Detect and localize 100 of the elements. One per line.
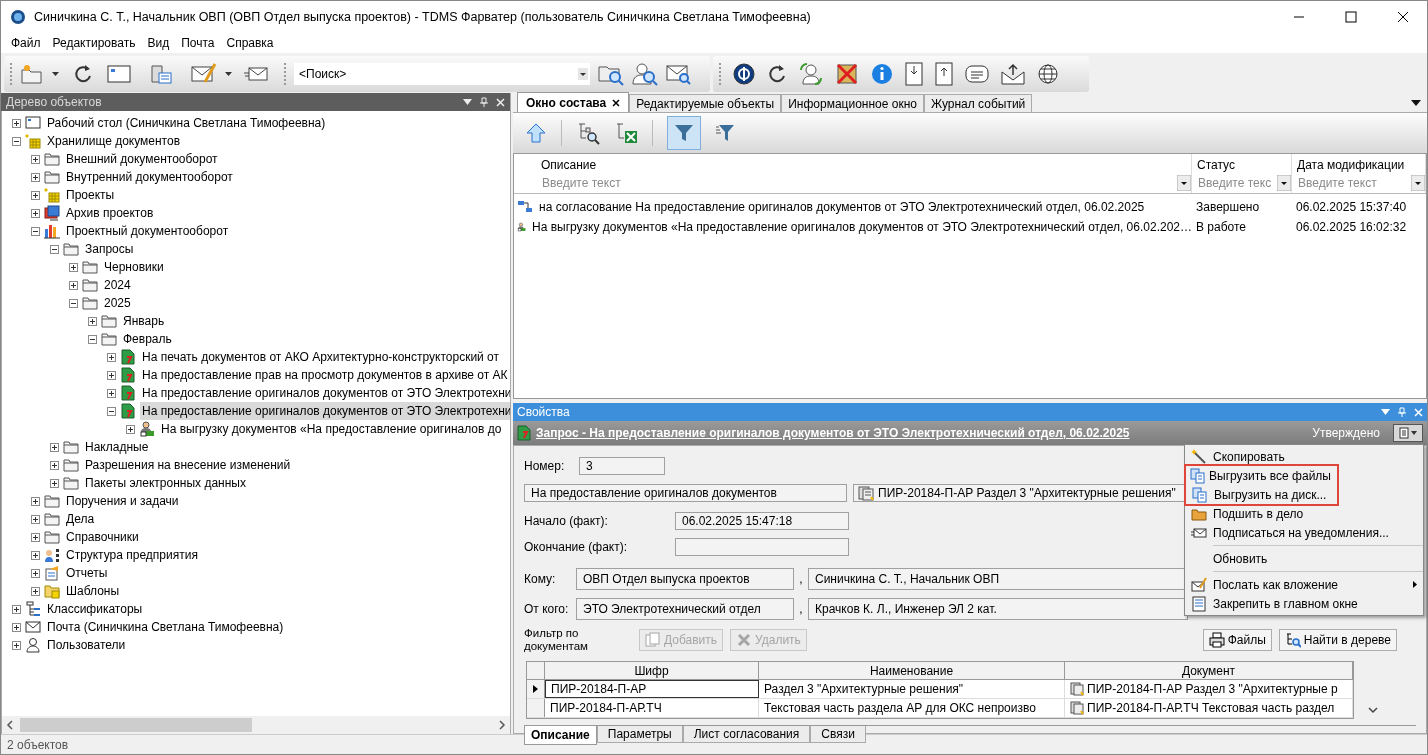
expand-icon[interactable]	[12, 604, 21, 614]
tab[interactable]: Лист согласования	[682, 726, 811, 743]
expand-icon[interactable]	[50, 460, 59, 470]
button[interactable]: Найти в дереве	[1278, 629, 1397, 651]
users-sync-icon[interactable]	[799, 62, 823, 86]
window-icon[interactable]	[107, 64, 131, 84]
expand-icon[interactable]	[31, 532, 40, 542]
menu-item[interactable]: Выгрузить все файлы	[1186, 466, 1337, 485]
filter-settings-icon[interactable]	[715, 123, 735, 143]
expand-icon[interactable]	[126, 424, 135, 434]
scroll-left-icon[interactable]	[6, 720, 14, 730]
logo-icon[interactable]	[733, 63, 755, 85]
menu-item[interactable]: Редактировать	[46, 34, 142, 52]
globe-icon[interactable]	[1037, 63, 1059, 85]
menu-item[interactable]: Почта	[175, 34, 221, 52]
tab[interactable]: Информационное окно	[781, 94, 924, 112]
collapse-icon[interactable]	[88, 334, 97, 344]
expand-icon[interactable]	[50, 478, 59, 488]
text-field[interactable]: 3	[579, 457, 665, 475]
expand-icon[interactable]	[12, 640, 21, 650]
table-cell[interactable]: ПИР-20184-П-АР Раздел 3 "Архитектурные р	[1065, 680, 1353, 698]
scroll-right-icon[interactable]	[498, 720, 506, 730]
text-field[interactable]: ЭТО Электротехнический отдел	[576, 598, 794, 620]
refresh-icon[interactable]	[73, 63, 93, 85]
send-mail-icon[interactable]	[244, 65, 268, 83]
expand-icon[interactable]	[69, 280, 78, 290]
expand-icon[interactable]	[31, 586, 40, 596]
column-header[interactable]: Документ	[1065, 662, 1353, 679]
collapse-icon[interactable]	[107, 406, 116, 416]
expand-icon[interactable]	[31, 208, 40, 218]
expand-icon[interactable]	[31, 190, 40, 200]
expand-icon[interactable]	[31, 496, 40, 506]
up-arrow-icon[interactable]	[525, 122, 547, 144]
text-field[interactable]: 06.02.2025 15:47:18	[675, 512, 849, 530]
column-header[interactable]: Статус	[1194, 154, 1291, 174]
column-header[interactable]: Описание	[538, 154, 1191, 174]
tree-search-icon[interactable]	[576, 121, 600, 145]
expand-icon[interactable]	[50, 442, 59, 452]
row-header[interactable]	[527, 680, 545, 698]
expand-icon[interactable]	[107, 370, 116, 380]
pin-icon[interactable]	[480, 97, 488, 107]
text-field[interactable]: ОВП Отдел выпуска проектов	[576, 568, 794, 590]
expand-icon[interactable]	[31, 154, 40, 164]
message-icon[interactable]	[965, 64, 989, 84]
tab[interactable]: Окно состава	[517, 92, 630, 112]
new-folder-icon[interactable]	[20, 63, 44, 85]
refresh-icon[interactable]	[767, 63, 787, 85]
expand-icon[interactable]	[31, 568, 40, 578]
table-cell[interactable]: ПИР-20184-П-АР	[545, 680, 759, 698]
menu-item[interactable]: Послать как вложение	[1185, 575, 1423, 594]
scroll-down-icon[interactable]	[1368, 707, 1378, 715]
download-document-icon[interactable]	[905, 62, 923, 86]
info-icon[interactable]	[871, 63, 893, 85]
mail-search-icon[interactable]	[666, 62, 692, 86]
expand-icon[interactable]	[31, 514, 40, 524]
collapse-icon[interactable]	[31, 226, 40, 236]
dropdown-arrow-icon[interactable]	[1411, 175, 1425, 191]
column-header[interactable]: Шифр	[545, 662, 759, 679]
caret-icon[interactable]	[52, 72, 59, 76]
expand-icon[interactable]	[88, 316, 97, 326]
caret-icon[interactable]	[225, 72, 232, 76]
tab[interactable]: Журнал событий	[923, 94, 1033, 112]
filter-button[interactable]	[667, 116, 701, 150]
text-field[interactable]: Крачков К. Л., Инженер ЭЛ 2 кат.	[808, 598, 1188, 620]
menu-item[interactable]: Подшить в дело	[1185, 504, 1423, 523]
dropdown-arrow-icon[interactable]	[1277, 175, 1291, 191]
collapse-icon[interactable]	[12, 136, 21, 146]
user-search-icon[interactable]	[632, 62, 658, 86]
expand-icon[interactable]	[12, 622, 21, 632]
text-field[interactable]: На предоставление оригиналов документов	[524, 484, 847, 502]
close-icon[interactable]	[612, 98, 621, 107]
tab[interactable]: Параметры	[596, 726, 683, 743]
excel-export-icon[interactable]	[614, 121, 638, 145]
tab[interactable]: Связи	[810, 726, 866, 743]
upload-document-icon[interactable]	[935, 62, 953, 86]
close-icon[interactable]	[1397, 11, 1409, 23]
actions-menu-button[interactable]	[1393, 424, 1423, 442]
maximize-icon[interactable]	[1345, 11, 1357, 23]
scrollbar-thumb[interactable]	[20, 718, 252, 732]
menu-item[interactable]: Подписаться на уведомления...	[1185, 523, 1423, 542]
mail-upload-icon[interactable]	[1001, 63, 1025, 85]
menu-item[interactable]: Файл	[5, 34, 47, 52]
expand-icon[interactable]	[107, 352, 116, 362]
tree-item[interactable]: На предоставление оригиналов документов от ЭТО Электротехни	[140, 402, 510, 420]
dropdown-arrow-icon[interactable]	[1177, 175, 1191, 191]
expand-icon[interactable]	[107, 388, 116, 398]
expand-icon[interactable]	[31, 172, 40, 182]
table-cell[interactable]: Раздел 3 "Архитектурные решения"	[759, 680, 1065, 698]
text-field[interactable]	[675, 538, 849, 556]
search-combobox[interactable]: <Поиск>	[294, 63, 590, 85]
menu-item[interactable]: Скопировать	[1185, 447, 1423, 466]
collapse-icon[interactable]	[50, 244, 59, 254]
menu-item[interactable]: Справка	[220, 34, 280, 52]
cross-out-icon[interactable]	[835, 62, 859, 86]
menu-item[interactable]: Обновить	[1185, 549, 1423, 568]
column-header[interactable]: Наименование	[759, 662, 1065, 679]
expand-icon[interactable]	[69, 262, 78, 272]
tab[interactable]: Описание	[524, 726, 597, 745]
button[interactable]: Файлы	[1202, 629, 1272, 651]
dropdown-arrow-icon[interactable]	[1411, 100, 1421, 106]
